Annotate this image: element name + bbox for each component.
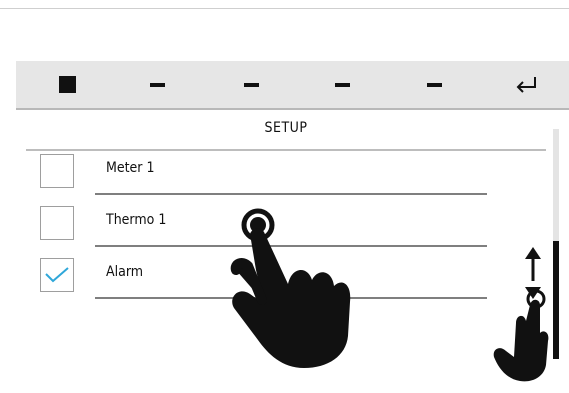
checkbox-thermo-1[interactable] [40,206,74,240]
stop-button[interactable] [47,61,87,108]
checkbox-alarm[interactable] [40,258,74,292]
checkmark-icon [45,267,69,283]
toolbar-button-4[interactable] [322,61,362,108]
checkbox-meter-1[interactable] [40,154,74,188]
toolbar-button-5[interactable] [414,61,454,108]
stop-icon [58,76,76,93]
dash-icon [243,82,259,87]
list-item-label: Thermo 1 [106,212,167,228]
toolbar [16,61,569,110]
list-item-label: Meter 1 [106,160,155,176]
dash-icon [334,82,350,87]
tap-gesture-icon [230,208,351,368]
return-icon [516,76,536,93]
list-item-label: Alarm [106,264,144,280]
list-item-meter-1[interactable]: Meter 1 [26,143,496,195]
back-button[interactable] [506,61,546,108]
device-screen: SETUP Meter 1 Thermo 1 Alarm [0,8,569,393]
dash-icon [426,82,442,87]
toolbar-button-3[interactable] [231,61,271,108]
swipe-gesture-icon [493,247,549,382]
dash-icon [149,82,165,87]
toolbar-button-2[interactable] [137,61,177,108]
